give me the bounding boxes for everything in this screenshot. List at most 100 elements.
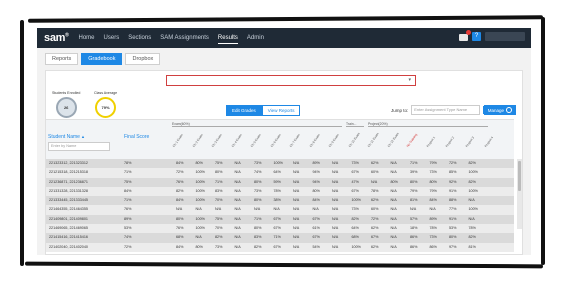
student-name-cell[interactable]: 221469065, 221469065: [49, 224, 88, 233]
score-cell[interactable]: 89%: [430, 215, 437, 224]
column-header[interactable]: No Training: [406, 128, 422, 148]
tab-reports[interactable]: Reports: [45, 53, 79, 65]
score-cell[interactable]: N/A: [391, 205, 397, 214]
score-cell[interactable]: N/A: [332, 224, 338, 233]
score-cell[interactable]: 18%: [410, 224, 417, 233]
nav-admin[interactable]: Admin: [247, 33, 264, 43]
score-cell[interactable]: 38%: [274, 196, 281, 205]
table-row[interactable]: 221402040, 221402040 72% 84% 80% 73% N/A 82% 67…: [46, 242, 514, 252]
score-cell[interactable]: 82%: [469, 159, 476, 168]
score-cell[interactable]: 59%: [274, 178, 281, 187]
score-cell[interactable]: N/A: [410, 205, 416, 214]
score-cell[interactable]: 80%: [449, 233, 456, 242]
score-cell[interactable]: 67%: [313, 233, 320, 242]
nav-sam-assignments[interactable]: SAM Assignments: [160, 33, 209, 43]
student-name-cell[interactable]: 221215318, 221215318: [49, 168, 88, 177]
score-cell[interactable]: 67%: [352, 187, 359, 196]
student-name-cell[interactable]: 221331328, 221331328: [49, 187, 88, 196]
score-cell[interactable]: 80%: [391, 178, 398, 187]
score-cell[interactable]: 97%: [449, 243, 456, 252]
student-name-cell[interactable]: 221402040, 221402040: [49, 243, 88, 252]
score-cell[interactable]: 78%: [430, 224, 437, 233]
score-cell[interactable]: N/A: [293, 187, 299, 196]
score-cell[interactable]: 76%: [176, 178, 183, 187]
score-cell[interactable]: 64%: [352, 224, 359, 233]
view-reports-button[interactable]: View Reports: [261, 105, 301, 116]
student-name-cell[interactable]: 221333445, 221333445: [49, 196, 88, 205]
nav-users[interactable]: Users: [104, 33, 120, 43]
score-cell[interactable]: N/A: [274, 205, 280, 214]
score-cell[interactable]: 67%: [371, 233, 378, 242]
score-cell[interactable]: 84%: [176, 159, 183, 168]
column-header[interactable]: Ch 8 Exam: [308, 128, 324, 148]
score-cell[interactable]: 64%: [274, 168, 281, 177]
score-cell[interactable]: 83%: [215, 187, 222, 196]
score-cell[interactable]: 79%: [430, 159, 437, 168]
table-row[interactable]: 221409801, 221409801 89% 80% 100% 75% N/A 71% 6…: [46, 214, 514, 225]
score-cell[interactable]: 100%: [352, 196, 361, 205]
score-cell[interactable]: N/A: [391, 243, 397, 252]
score-cell[interactable]: N/A: [235, 233, 241, 242]
score-cell[interactable]: N/A: [235, 159, 241, 168]
score-cell[interactable]: N/A: [371, 178, 377, 187]
column-header[interactable]: Ch 5 Exam: [250, 128, 266, 148]
score-cell[interactable]: 100%: [196, 168, 205, 177]
score-cell[interactable]: 100%: [196, 178, 205, 187]
score-cell[interactable]: N/A: [293, 178, 299, 187]
score-cell[interactable]: 70%: [215, 224, 222, 233]
score-cell[interactable]: 83%: [254, 233, 261, 242]
help-icon[interactable]: ?: [472, 32, 481, 41]
score-cell[interactable]: N/A: [196, 233, 202, 242]
score-cell[interactable]: N/A: [293, 215, 299, 224]
nav-sections[interactable]: Sections: [128, 33, 151, 43]
score-cell[interactable]: N/A: [215, 205, 221, 214]
column-header[interactable]: Ch 12 Exam: [386, 128, 402, 148]
score-cell[interactable]: 100%: [469, 205, 478, 214]
score-cell[interactable]: N/A: [391, 196, 397, 205]
score-cell[interactable]: 80%: [215, 168, 222, 177]
score-cell[interactable]: 71%: [274, 233, 281, 242]
score-cell[interactable]: 39%: [410, 168, 417, 177]
score-cell[interactable]: 78%: [371, 187, 378, 196]
score-cell[interactable]: 80%: [410, 178, 417, 187]
score-cell[interactable]: 72%: [449, 159, 456, 168]
scroll-thumb[interactable]: [518, 161, 521, 191]
score-cell[interactable]: 100%: [196, 224, 205, 233]
score-cell[interactable]: 79%: [410, 187, 417, 196]
score-cell[interactable]: 88%: [449, 196, 456, 205]
score-cell[interactable]: 78%: [274, 187, 281, 196]
score-cell[interactable]: 100%: [469, 187, 478, 196]
score-cell[interactable]: 74%: [254, 168, 261, 177]
score-cell[interactable]: 57%: [410, 215, 417, 224]
column-header[interactable]: Ch 2 Exam: [191, 128, 207, 148]
score-cell[interactable]: 80%: [254, 178, 261, 187]
score-cell[interactable]: 80%: [313, 187, 320, 196]
score-cell[interactable]: 67%: [274, 243, 281, 252]
score-cell[interactable]: N/A: [469, 196, 475, 205]
score-cell[interactable]: 82%: [254, 243, 261, 252]
score-cell[interactable]: N/A: [391, 168, 397, 177]
table-row[interactable]: 221333445, 221333445 71% 84% 100% 70% N/A 80% 3…: [46, 196, 514, 206]
score-cell[interactable]: 47%: [352, 178, 359, 187]
name-filter-input[interactable]: Enter by Name: [48, 142, 110, 151]
score-cell[interactable]: 82%: [176, 187, 183, 196]
score-cell[interactable]: N/A: [391, 215, 397, 224]
score-cell[interactable]: 60%: [371, 168, 378, 177]
score-cell[interactable]: 86%: [410, 243, 417, 252]
score-cell[interactable]: 80%: [254, 196, 261, 205]
score-cell[interactable]: N/A: [254, 205, 260, 214]
score-cell[interactable]: 71%: [254, 215, 261, 224]
score-cell[interactable]: 89%: [313, 159, 320, 168]
score-cell[interactable]: 67%: [313, 215, 320, 224]
score-cell[interactable]: 67%: [352, 168, 359, 177]
score-cell[interactable]: 62%: [371, 159, 378, 168]
score-cell[interactable]: 82%: [469, 233, 476, 242]
score-cell[interactable]: 86%: [430, 243, 437, 252]
score-cell[interactable]: 73%: [254, 159, 261, 168]
student-name-cell[interactable]: 221236871, 221236871: [49, 178, 88, 187]
score-cell[interactable]: N/A: [235, 178, 241, 187]
score-cell[interactable]: 91%: [449, 215, 456, 224]
score-cell[interactable]: 78%: [469, 224, 476, 233]
score-cell[interactable]: 82%: [215, 233, 222, 242]
score-cell[interactable]: 91%: [449, 187, 456, 196]
